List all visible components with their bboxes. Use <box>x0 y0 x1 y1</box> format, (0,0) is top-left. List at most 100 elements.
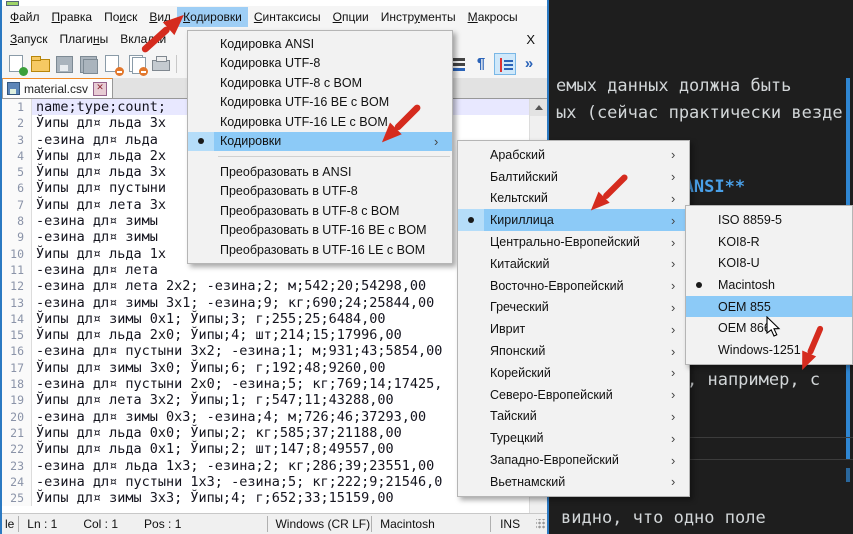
menu-item-thai[interactable]: Тайский› <box>458 406 689 428</box>
line-number: 8 <box>2 213 32 229</box>
radio-dot-icon <box>188 132 214 152</box>
menu-item-label: Преобразовать в UTF-8 с BOM <box>214 204 434 218</box>
line-number: 11 <box>2 262 32 278</box>
menu-gutter <box>686 339 712 361</box>
save-icon <box>56 56 73 73</box>
editor-line-text: -езина дл¤ лета 2х2; -езина;2; м;542;20;… <box>32 278 426 294</box>
menu-item-label: Западно-Европейский <box>484 453 671 467</box>
menu-item-label: Преобразовать в ANSI <box>214 165 434 179</box>
editor-line-text: -езина дл¤ льда 1х3; -езина;2; кг;286;39… <box>32 458 434 474</box>
menu-gutter <box>458 275 484 297</box>
annotation-arrow-menubar <box>133 9 193 58</box>
menu-item-convert-utf8[interactable]: Преобразовать в UTF-8 <box>188 182 452 202</box>
scroll-up-button[interactable] <box>530 99 547 116</box>
editor-line-text: Ўипы дл¤ льда 2х0; Ўипы;4; шт;214;15;179… <box>32 327 402 343</box>
menu-item-convert-utf8-bom[interactable]: Преобразовать в UTF-8 с BOM <box>188 201 452 221</box>
background-scrollbar-segment <box>846 468 850 482</box>
line-number: 13 <box>2 295 32 311</box>
menu-gutter <box>188 34 214 54</box>
menu-item-label: OEM 855 <box>712 300 834 314</box>
menu-item-celtic[interactable]: Кельтский› <box>458 188 689 210</box>
menu-item-label: Тайский <box>484 409 671 423</box>
menu-item-japanese[interactable]: Японский› <box>458 340 689 362</box>
menu-item-encode-utf8-bom[interactable]: Кодировка UTF-8 с BOM <box>188 73 452 93</box>
show-all-chars-button[interactable]: ¶ <box>470 53 492 75</box>
editor-line-text: Ўипы дл¤ льда 0х1; Ўипы;2; шт;147;8;4955… <box>32 441 394 457</box>
menu-item-label: Восточно-Европейский <box>484 279 671 293</box>
menubar-item-file[interactable]: Файл <box>4 7 46 27</box>
menubar-item-edit[interactable]: Правка <box>46 7 99 27</box>
panel-close-button[interactable]: X <box>514 30 547 49</box>
radio-dot-icon <box>458 209 484 231</box>
line-number: 17 <box>2 360 32 376</box>
background-divider <box>682 459 853 460</box>
save-button[interactable] <box>53 53 75 75</box>
new-file-icon <box>19 67 28 76</box>
menu-gutter <box>458 166 484 188</box>
menu-item-arabic[interactable]: Арабский› <box>458 144 689 166</box>
menu-item-greek[interactable]: Греческий› <box>458 297 689 319</box>
menu-item-korean[interactable]: Корейский› <box>458 362 689 384</box>
menu-gutter <box>188 182 214 202</box>
background-text-line: видно, что одно поле <box>561 508 766 528</box>
menu-item-convert-ansi[interactable]: Преобразовать в ANSI <box>188 162 452 182</box>
menu-item-central-european[interactable]: Центрально-Европейский› <box>458 231 689 253</box>
toolbar-separator <box>176 55 177 73</box>
menu-item-encode-utf8[interactable]: Кодировка UTF-8 <box>188 54 452 74</box>
menu-item-eastern-european[interactable]: Восточно-Европейский› <box>458 275 689 297</box>
menu-item-cyrillic[interactable]: Кириллица› <box>458 209 689 231</box>
menu-item-encode-ansi[interactable]: Кодировка ANSI <box>188 34 452 54</box>
status-caret-position: Ln : 1 Col : 1 Pos : 1 <box>19 517 266 531</box>
menu-item-turkish[interactable]: Турецкий› <box>458 427 689 449</box>
menubar-item-settings[interactable]: Опции <box>327 7 375 27</box>
line-number: 4 <box>2 148 32 164</box>
menubar-item-tools[interactable]: Инструменты <box>375 7 462 27</box>
menu-gutter <box>188 73 214 93</box>
menu-item-macintosh[interactable]: Macintosh <box>686 274 852 296</box>
menu-item-label: Вьетнамский <box>484 475 671 489</box>
selected-dot <box>468 217 474 223</box>
menu-item-koi8-r[interactable]: KOI8-R <box>686 231 852 253</box>
menu-gutter <box>458 144 484 166</box>
character-sets-submenu: Арабский›Балтийский›Кельтский›Кириллица›… <box>457 140 690 497</box>
menu-item-western-european[interactable]: Западно-Европейский› <box>458 449 689 471</box>
editor-line-text: -езина дл¤ зимы 3х1; -езина;9; кг;690;24… <box>32 295 434 311</box>
submenu-arrow-icon: › <box>671 409 689 424</box>
tab-material-csv[interactable]: material.csv ✕ <box>2 77 113 98</box>
line-number: 3 <box>2 132 32 148</box>
menubar-item-language[interactable]: Синтаксисы <box>248 7 327 27</box>
editor-line-text: -езина дл¤ зимы <box>32 229 166 245</box>
close-button[interactable] <box>101 53 123 75</box>
menu-item-north-european[interactable]: Северо-Европейский› <box>458 384 689 406</box>
close-all-button[interactable] <box>125 53 147 75</box>
menu-item-oem-855[interactable]: OEM 855 <box>686 296 852 318</box>
menu-item-label: Центрально-Европейский <box>484 235 671 249</box>
new-file-button[interactable] <box>5 53 27 75</box>
status-encoding[interactable]: Macintosh <box>372 517 490 531</box>
menu-item-chinese[interactable]: Китайский› <box>458 253 689 275</box>
indent-guides-button[interactable] <box>494 53 516 75</box>
menu-item-koi8-u[interactable]: KOI8-U <box>686 252 852 274</box>
status-typing-mode[interactable]: INS <box>491 517 536 531</box>
tab-close-icon[interactable]: ✕ <box>93 82 107 96</box>
menu-item-label: Преобразовать в UTF-8 <box>214 184 434 198</box>
menubar-item-run[interactable]: Запуск <box>4 29 54 49</box>
menu-item-convert-utf16be-bom[interactable]: Преобразовать в UTF-16 BE с BOM <box>188 221 452 241</box>
menubar-item-macro[interactable]: Макросы <box>462 7 524 27</box>
status-eol-format[interactable]: Windows (CR LF) <box>267 517 371 531</box>
editor-line-text: Ўипы дл¤ лета 3х2; Ўипы;1; г;547;11;4328… <box>32 392 394 408</box>
menu-item-vietnamese[interactable]: Вьетнамский› <box>458 471 689 493</box>
editor-line-text: -езина дл¤ зимы <box>32 213 166 229</box>
resize-grip[interactable] <box>536 519 546 529</box>
menu-item-baltic[interactable]: Балтийский› <box>458 166 689 188</box>
menu-item-convert-utf16le-bom[interactable]: Преобразовать в UTF-16 LE с BOM <box>188 240 452 260</box>
submenu-arrow-icon: › <box>434 134 452 149</box>
save-all-button[interactable] <box>77 53 99 75</box>
menubar-item-plugins[interactable]: Плагины <box>54 29 115 49</box>
more-buttons-button[interactable]: » <box>518 53 540 75</box>
menu-item-hebrew[interactable]: Иврит› <box>458 318 689 340</box>
more-buttons-icon: » <box>518 53 540 75</box>
menu-item-iso-8859-5[interactable]: ISO 8859-5 <box>686 209 852 231</box>
menu-gutter <box>188 240 214 260</box>
open-file-button[interactable] <box>29 53 51 75</box>
